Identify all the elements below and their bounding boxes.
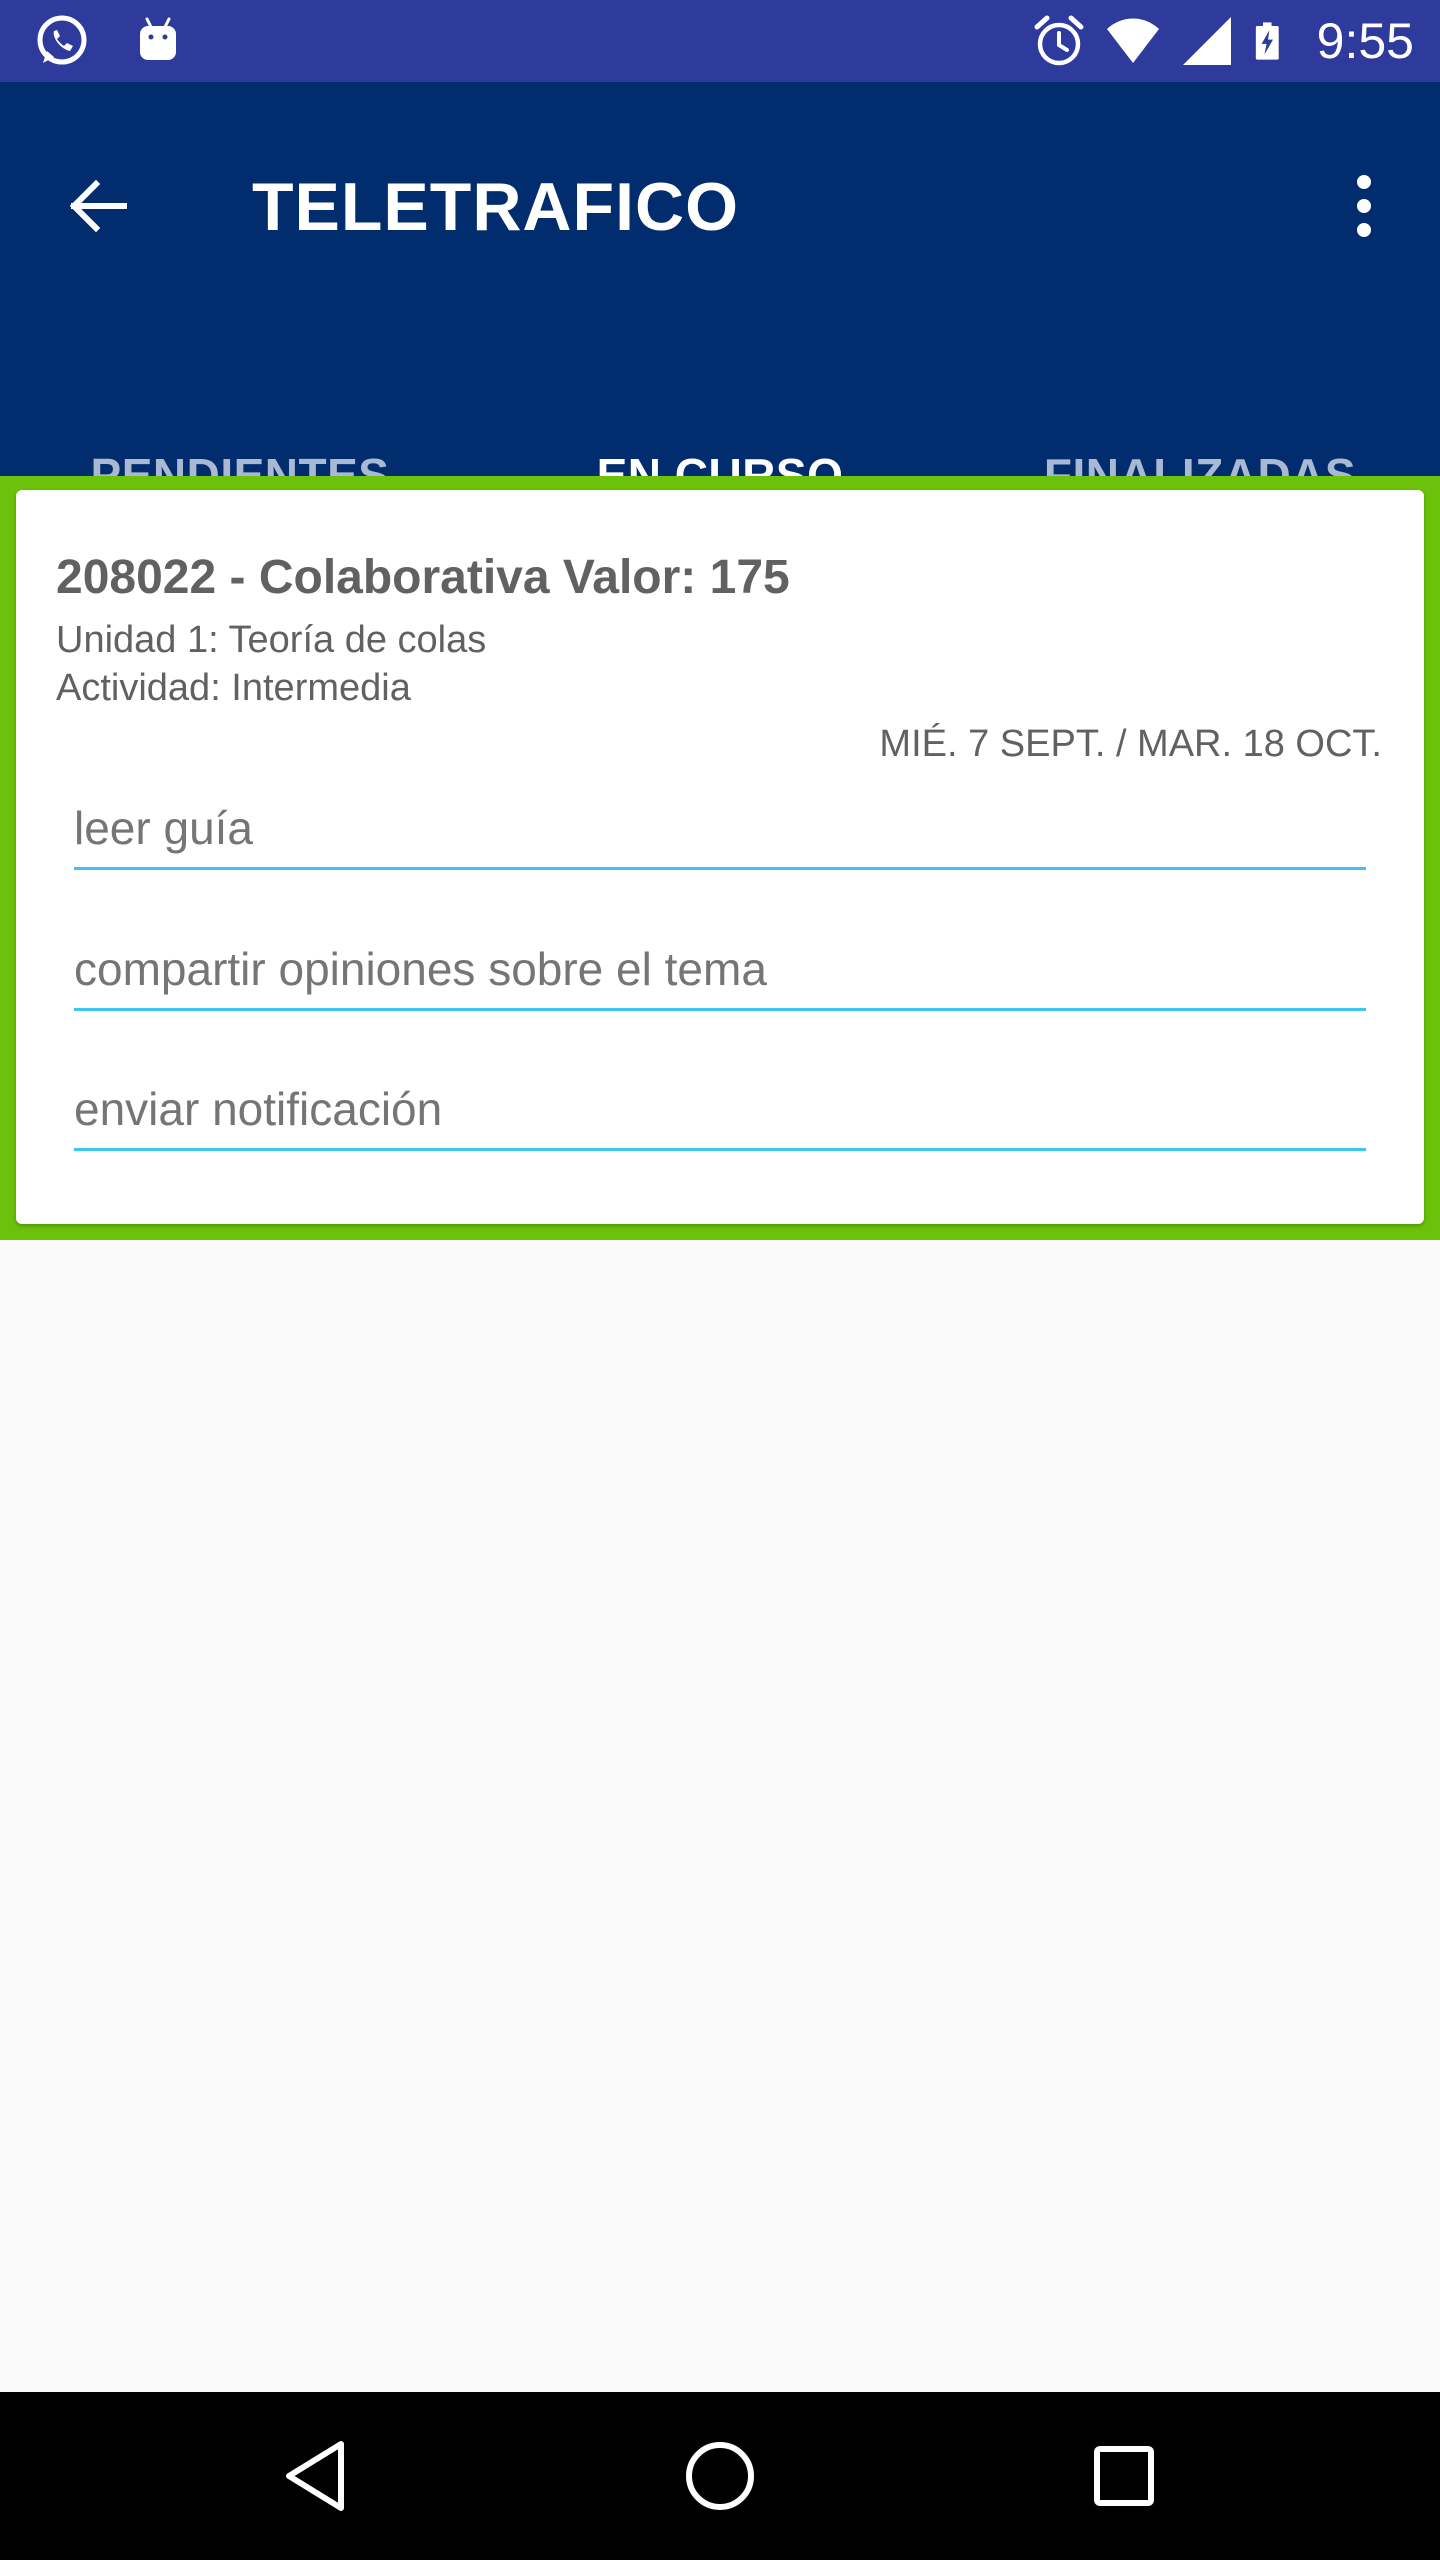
alarm-icon [1034,15,1084,66]
back-button[interactable] [56,164,140,248]
nav-back-icon [286,2441,344,2511]
app-bar: TELETRAFICO PENDIENTES EN CURSO FINALIZA… [0,82,1440,558]
more-vert-icon [1357,175,1371,237]
arrow-back-icon [69,179,127,233]
navigation-bar [0,2392,1440,2560]
battery-charging-icon [1255,22,1279,60]
screen: 9:55 TELETRAFICO PENDIENTES EN CURSO FIN… [0,0,1440,2560]
activity-card[interactable]: 208022 - Colaborativa Valor: 175 Unidad … [16,490,1424,1224]
activity-card-frame: 208022 - Colaborativa Valor: 175 Unidad … [0,476,1440,1240]
whatsapp-icon [37,15,87,65]
nav-home-button[interactable] [670,2426,770,2526]
task-field [74,780,1366,870]
activity-unit: Unidad 1: Teoría de colas [56,619,487,661]
nav-back-button[interactable] [266,2426,366,2526]
activity-title: 208022 - Colaborativa Valor: 175 [56,551,790,604]
more-options-button[interactable] [1322,164,1406,248]
task-field [74,921,1366,1011]
task-input-1[interactable] [74,801,1366,855]
nav-recents-button[interactable] [1074,2426,1174,2526]
task-input-2[interactable] [74,942,1366,996]
wifi-icon [1106,18,1159,63]
nav-recents-icon [1094,2446,1154,2506]
status-time: 9:55 [1316,13,1414,69]
activity-type: Actividad: Intermedia [56,667,411,709]
app-title: TELETRAFICO [252,169,739,245]
activity-dates: MIÉ. 7 SEPT. / MAR. 18 OCT. [879,723,1382,765]
task-input-3[interactable] [74,1082,1366,1136]
status-bar-left [34,13,186,69]
status-bar: 9:55 [0,0,1440,82]
android-icon [140,17,176,60]
nav-home-icon [686,2442,754,2510]
signal-icon [1182,17,1231,65]
status-bar-right: 9:55 [1031,10,1414,72]
task-field [74,1061,1366,1151]
